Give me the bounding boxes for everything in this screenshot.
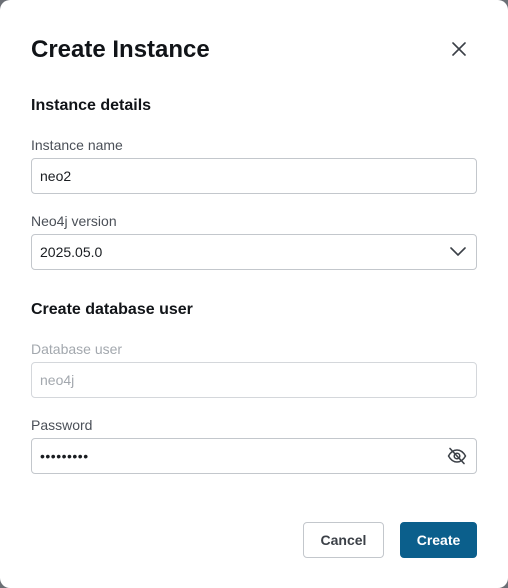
instance-details-heading: Instance details — [31, 97, 152, 114]
create-instance-dialog: Create Instance Instance details Instanc… — [0, 0, 508, 588]
database-user-input: neo4j — [31, 362, 477, 398]
password-value: ••••••••• — [40, 448, 89, 464]
instance-name-value: neo2 — [40, 168, 72, 184]
dialog-title: Create Instance — [31, 36, 210, 63]
close-icon — [452, 41, 466, 61]
chevron-down-icon — [448, 242, 468, 262]
neo4j-version-label: Neo4j version — [31, 213, 117, 229]
create-button[interactable]: Create — [400, 522, 477, 558]
create-database-user-heading: Create database user — [31, 301, 193, 318]
instance-name-input[interactable]: neo2 — [31, 158, 477, 194]
instance-name-label: Instance name — [31, 137, 123, 153]
database-user-label: Database user — [31, 341, 123, 357]
neo4j-version-value: 2025.05.0 — [40, 244, 103, 260]
neo4j-version-select[interactable]: 2025.05.0 — [31, 234, 477, 270]
cancel-button[interactable]: Cancel — [303, 522, 384, 558]
password-input[interactable]: ••••••••• — [31, 438, 477, 474]
password-label: Password — [31, 417, 93, 433]
close-button[interactable] — [446, 38, 472, 64]
database-user-value: neo4j — [40, 372, 75, 388]
eye-off-icon[interactable] — [446, 445, 468, 467]
